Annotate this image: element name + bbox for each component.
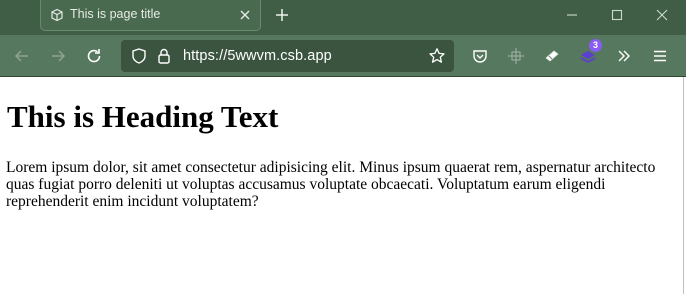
- page-heading: This is Heading Text: [7, 99, 279, 134]
- reload-icon[interactable]: [85, 47, 103, 65]
- navigation-toolbar: https://5wwvm.csb.app 3: [0, 35, 686, 77]
- maximize-icon[interactable]: [610, 8, 624, 22]
- browser-window: This is page title https://5wwvm.csb.app…: [0, 0, 686, 294]
- tab-strip: This is page title: [0, 0, 686, 35]
- minimize-icon[interactable]: [565, 8, 579, 22]
- new-tab-icon[interactable]: [274, 7, 290, 23]
- active-tab[interactable]: This is page title: [40, 0, 261, 31]
- bookmark-star-icon[interactable]: [428, 47, 446, 65]
- forward-arrow-icon[interactable]: [49, 47, 67, 65]
- eraser-extension-icon[interactable]: [543, 47, 561, 65]
- back-arrow-icon[interactable]: [13, 47, 31, 65]
- chevrons-right-icon[interactable]: [615, 47, 633, 65]
- url-text[interactable]: https://5wwvm.csb.app: [183, 48, 332, 64]
- close-window-icon[interactable]: [655, 8, 669, 22]
- lock-icon[interactable]: [155, 47, 173, 65]
- tab-close-icon[interactable]: [239, 9, 251, 21]
- pocket-icon[interactable]: [471, 47, 489, 65]
- hamburger-menu-icon[interactable]: [651, 47, 669, 65]
- extension-badge: 3: [589, 39, 602, 52]
- page-paragraph: Lorem ipsum dolor, sit amet consectetur …: [6, 159, 656, 210]
- tracking-shield-icon[interactable]: [130, 47, 148, 65]
- crosshair-extension-icon[interactable]: [507, 47, 525, 65]
- url-bar[interactable]: https://5wwvm.csb.app: [121, 40, 454, 72]
- page-content: This is Heading Text Lorem ipsum dolor, …: [0, 77, 684, 294]
- cube-favicon-icon: [51, 8, 63, 22]
- tab-title: This is page title: [70, 7, 161, 21]
